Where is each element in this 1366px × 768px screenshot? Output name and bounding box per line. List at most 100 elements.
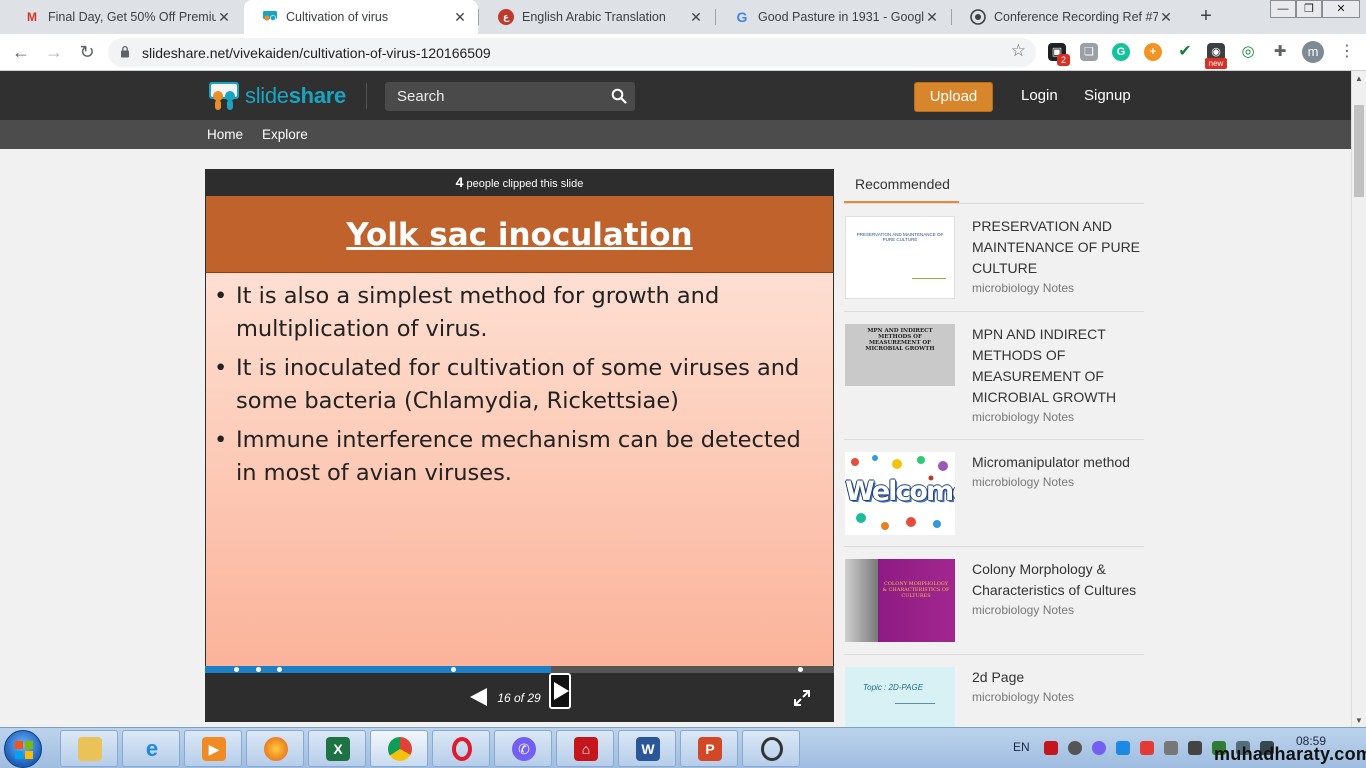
recommended-author[interactable]: microbiology Notes — [972, 690, 1142, 704]
taskbar-chrome[interactable] — [370, 730, 428, 767]
recommended-author[interactable]: microbiology Notes — [972, 475, 1142, 489]
tab-conference-recording[interactable]: Conference Recording Ref #7 - F ✕ — [952, 0, 1184, 34]
progress-marker[interactable] — [451, 667, 456, 672]
checkmark-icon[interactable]: ✔ — [1176, 43, 1194, 61]
pdf-icon: ⌂ — [574, 737, 598, 761]
address-bar[interactable]: slideshare.net/vivekaiden/cultivation-of… — [108, 38, 1036, 67]
wordmark-slide: slide — [245, 83, 289, 108]
slide-bullet: It is also a simplest method for growth … — [210, 280, 825, 346]
progress-marker[interactable] — [234, 667, 239, 672]
signup-link[interactable]: Signup — [1084, 87, 1131, 104]
nav-explore[interactable]: Explore — [262, 127, 308, 142]
taskbar-file-explorer[interactable] — [60, 730, 118, 767]
extension-target-icon[interactable]: ◎ — [1239, 43, 1257, 61]
notification-badge: 2 — [1057, 54, 1070, 66]
scroll-up-icon[interactable]: ▲ — [1355, 74, 1363, 83]
recommended-item[interactable]: Welcome Micromanipulator method microbio… — [844, 440, 1144, 547]
reload-button[interactable]: ↻ — [76, 41, 98, 63]
start-button[interactable] — [4, 730, 42, 768]
recommended-author[interactable]: microbiology Notes — [972, 410, 1142, 424]
tray-network-share-icon[interactable] — [1116, 741, 1130, 755]
recommended-title[interactable]: Micromanipulator method — [972, 452, 1142, 473]
tray-viber-icon[interactable] — [1092, 741, 1106, 755]
recommended-title[interactable]: 2d Page — [972, 667, 1142, 688]
close-icon[interactable]: ✕ — [1158, 9, 1174, 26]
search-icon[interactable] — [611, 88, 627, 104]
taskbar-conference-app[interactable] — [742, 730, 800, 767]
recommended-item[interactable]: Topic : 2D-PAGE 2d Page microbiology Not… — [844, 655, 1144, 727]
taskbar-internet-explorer[interactable]: e — [122, 730, 180, 767]
language-indicator[interactable]: EN — [1013, 740, 1030, 754]
recommended-item[interactable]: COLONY MORPHOLOGY & CHARACTERISTICS OF C… — [844, 547, 1144, 655]
search-input[interactable]: Search — [385, 82, 635, 111]
tray-tool-icon[interactable] — [1164, 741, 1178, 755]
slide-progress-bar[interactable] — [205, 666, 834, 673]
tab-english-arabic-translation[interactable]: ع English Arabic Translation ✕ — [480, 0, 714, 34]
tab-google-search[interactable]: G Good Pasture in 1931 - Google S ✕ — [716, 0, 950, 34]
tray-conference-icon[interactable] — [1068, 741, 1082, 755]
progress-marker[interactable] — [256, 667, 261, 672]
recommended-title[interactable]: MPN AND INDIRECT METHODS OF MEASUREMENT … — [972, 324, 1142, 408]
recommended-thumbnail[interactable]: PRESERVATION AND MAINTENANCE OF PURE CUL… — [845, 216, 955, 299]
recommended-title[interactable]: PRESERVATION AND MAINTENANCE OF PURE CUL… — [972, 216, 1142, 279]
profile-avatar[interactable]: m — [1302, 41, 1324, 63]
close-window-button[interactable]: ✕ — [1322, 0, 1360, 18]
taskbar-media-player[interactable]: ▶ — [184, 730, 242, 767]
recommended-author[interactable]: microbiology Notes — [972, 603, 1142, 617]
close-icon[interactable]: ✕ — [688, 9, 704, 26]
taskbar-powerpoint[interactable]: P — [680, 730, 738, 767]
recommended-item[interactable]: PRESERVATION AND MAINTENANCE OF PURE CUL… — [844, 204, 1144, 312]
close-icon[interactable]: ✕ — [452, 9, 468, 26]
grammarly-icon[interactable]: G — [1112, 43, 1130, 61]
recommended-item[interactable]: MPN AND INDIRECT METHODS OF MEASUREMENT … — [844, 312, 1144, 440]
recommended-author[interactable]: microbiology Notes — [972, 281, 1142, 295]
taskbar-firefox[interactable] — [246, 730, 304, 767]
recommended-thumbnail[interactable]: MPN AND INDIRECT METHODS OF MEASUREMENT … — [845, 324, 955, 386]
previous-slide-button[interactable] — [470, 688, 487, 706]
upload-button[interactable]: Upload — [914, 82, 993, 112]
forward-button[interactable]: → — [43, 41, 65, 63]
tray-acrobat-icon[interactable] — [1044, 741, 1058, 755]
recommended-thumbnail[interactable]: Welcome — [845, 452, 955, 535]
taskbar-viber[interactable]: ✆ — [494, 730, 552, 767]
browser-menu-icon[interactable]: ⋮ — [1336, 41, 1358, 63]
scroll-down-icon[interactable]: ▼ — [1355, 716, 1363, 725]
bookmark-star-icon[interactable]: ☆ — [1011, 41, 1026, 61]
clip-count-bar[interactable]: 4 people clipped this slide — [205, 169, 834, 196]
tray-security-icon[interactable] — [1140, 741, 1154, 755]
tray-device-icon[interactable] — [1188, 741, 1202, 755]
close-icon[interactable]: ✕ — [216, 9, 232, 26]
tab-cultivation-of-virus[interactable]: Cultivation of virus ✕ — [244, 0, 478, 34]
taskbar-opera[interactable] — [432, 730, 490, 767]
viber-icon: ✆ — [512, 737, 536, 761]
progress-marker[interactable] — [277, 667, 282, 672]
search-placeholder: Search — [397, 88, 445, 105]
login-link[interactable]: Login — [1021, 87, 1058, 104]
nav-home[interactable]: Home — [207, 127, 243, 142]
taskbar-acrobat[interactable]: ⌂ — [556, 730, 614, 767]
tab-gmail[interactable]: M Final Day, Get 50% Off Premium ✕ — [6, 0, 242, 34]
taskbar-excel[interactable]: X — [308, 730, 366, 767]
recommended-text: Colony Morphology & Characteristics of C… — [972, 559, 1142, 617]
taskbar-word[interactable]: W — [618, 730, 676, 767]
recommended-thumbnail[interactable]: Topic : 2D-PAGE — [845, 667, 955, 727]
progress-marker[interactable] — [798, 667, 803, 672]
recommended-thumbnail[interactable]: COLONY MORPHOLOGY & CHARACTERISTICS OF C… — [845, 559, 955, 642]
maximize-button[interactable]: ❐ — [1296, 0, 1322, 18]
next-slide-button[interactable] — [549, 673, 571, 709]
extension-copy-icon[interactable]: ❏ — [1080, 43, 1098, 61]
fullscreen-icon[interactable] — [793, 689, 811, 707]
back-button[interactable]: ← — [10, 41, 32, 63]
recommended-title[interactable]: Colony Morphology & Characteristics of C… — [972, 559, 1142, 601]
tab-recommended[interactable]: Recommended — [844, 170, 959, 204]
close-icon[interactable]: ✕ — [924, 9, 940, 26]
minimize-button[interactable]: — — [1270, 0, 1296, 18]
current-slide[interactable]: Yolk sac inoculation It is also a simple… — [206, 196, 833, 666]
slideshare-logo[interactable]: slideshare — [207, 79, 346, 113]
scrollbar-thumb[interactable] — [1354, 105, 1364, 197]
header-divider — [366, 83, 367, 109]
extensions-puzzle-icon[interactable]: ✚ — [1271, 43, 1289, 61]
extension-plus-icon[interactable]: + — [1144, 43, 1162, 61]
new-tab-button[interactable]: + — [1196, 6, 1216, 26]
page-scrollbar[interactable]: ▲ ▼ — [1351, 71, 1366, 727]
